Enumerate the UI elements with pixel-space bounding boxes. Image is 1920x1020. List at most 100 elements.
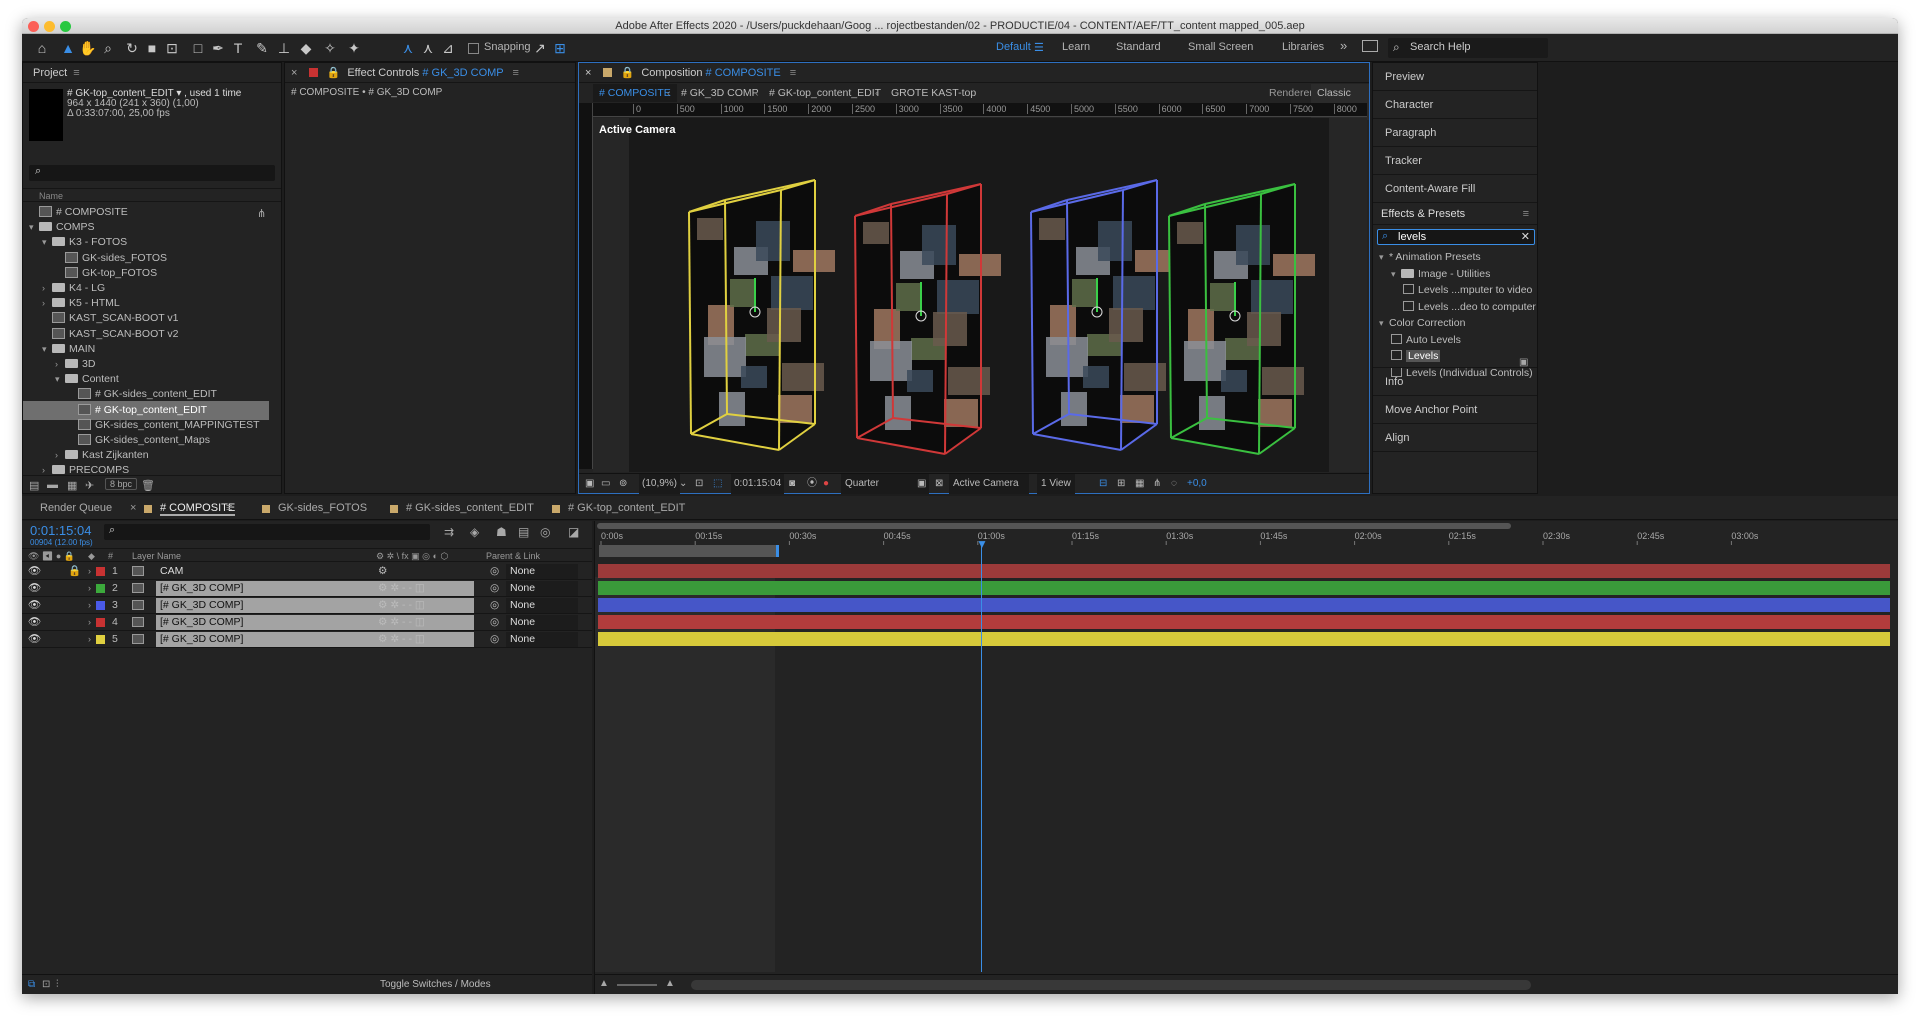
right-panel-item[interactable]: Tracker [1373,147,1537,175]
effects-search-input[interactable]: ⌕ levels ✕ [1377,229,1535,245]
expand-arrow-icon[interactable]: ▾ [1391,266,1401,282]
fast-previews-icon[interactable]: ⊞ [1117,474,1125,494]
layer-label-color[interactable] [96,635,105,644]
expand-arrow-icon[interactable]: ▾ [1379,315,1389,331]
workspace-standard[interactable]: Standard [1116,41,1161,53]
panel-menu-icon[interactable]: ≡ [513,67,519,79]
effects-tree-item[interactable]: Auto Levels [1391,332,1461,348]
region-of-interest-icon[interactable]: ⬚ [713,474,722,494]
current-time-display[interactable]: 0:01:15:04 [731,474,785,494]
expand-arrow-icon[interactable]: › [42,461,52,475]
layer-row[interactable]: 👁 › 3 [# GK_3D COMP] ⚙ ✲ - - ◫ ◎ None [22,597,592,614]
sync-settings-icon[interactable] [1362,40,1378,52]
close-window-icon[interactable] [28,21,39,32]
world-axis-icon[interactable]: ⋏ [418,38,438,58]
bit-depth-button[interactable]: 8 bpc [105,478,138,490]
snap-grid-icon[interactable]: ⊞ [550,38,570,58]
visibility-eye-icon[interactable]: 👁 [28,597,41,614]
playhead-line[interactable] [981,543,982,972]
lock-icon[interactable]: 🔒 [327,67,341,79]
transparency-grid-icon[interactable]: ▣ [917,474,926,494]
3d-view-icon[interactable]: ⊠ [935,474,943,494]
panel-menu-icon[interactable]: ≡ [1523,203,1529,225]
snapping-checkbox[interactable] [468,43,479,54]
local-axis-icon[interactable]: ⋏ [398,38,418,58]
layer-switches-icons[interactable]: ⚙ [378,563,387,580]
layer-row[interactable]: 👁 › 5 [# GK_3D COMP] ⚙ ✲ - - ◫ ◎ None [22,631,592,648]
effects-tree-item[interactable]: Levels ...mputer to video [1403,282,1532,298]
expand-layer-switches-icon[interactable]: ⧉ [28,975,35,994]
effects-tree-item[interactable]: ▾ Image - Utilities [1391,266,1490,282]
breadcrumb-gk3d[interactable]: # GK_3D COMP [681,84,759,102]
draft-3d-icon[interactable]: ◈ [470,525,479,539]
reset-exposure-icon[interactable]: ◌ [1171,474,1177,494]
layer-duration-bar[interactable] [598,632,1890,646]
twirl-arrow-icon[interactable]: › [88,563,91,580]
twirl-arrow-icon[interactable]: › [88,580,91,597]
parent-pickwhip-icon[interactable]: ◎ [490,597,499,614]
panel-menu-icon[interactable]: ≡ [226,502,232,514]
parent-select[interactable]: None [506,564,578,579]
parent-link-header[interactable]: Parent & Link [486,549,540,563]
new-folder-icon[interactable]: ▬ [47,479,58,491]
zoom-select[interactable]: (10,9%) [639,474,681,494]
right-panel-item[interactable]: Align [1373,424,1537,452]
puppet-tool-icon[interactable]: ✦ [344,38,364,58]
camera-tool-icon[interactable]: ■ [142,38,162,58]
timeline-icon[interactable]: ▦ [1135,474,1144,494]
home-icon[interactable]: ⌂ [32,38,52,58]
eraser-tool-icon[interactable]: ◆ [296,38,316,58]
composition-viewer[interactable]: Active Camera [593,118,1367,472]
panel-menu-icon[interactable]: ≡ [73,67,79,79]
visibility-eye-icon[interactable]: 👁 [28,614,41,631]
graph-editor-icon[interactable]: ◪ [568,525,579,539]
right-panel-item[interactable]: Content-Aware Fill [1373,175,1537,203]
flowchart-icon[interactable]: ⋔ [1153,474,1161,494]
visibility-eye-icon[interactable]: 👁 [28,580,41,597]
tab-gk-top-content[interactable]: # GK-top_content_EDIT [568,502,685,514]
right-panel-item[interactable]: Character [1373,91,1537,119]
exposure-value[interactable]: +0,0 [1187,474,1207,494]
timeline-zoom-slider[interactable] [617,984,657,986]
effects-presets-title[interactable]: Effects & Presets [1381,208,1465,220]
3d-layer-box[interactable] [688,179,835,451]
layer-name[interactable]: CAM [156,564,474,579]
mask-visibility-icon[interactable]: ⊚ [619,474,627,494]
layer-label-color[interactable] [96,567,105,576]
trash-icon[interactable]: 🗑 [141,479,155,492]
tab-gk-sides-content[interactable]: # GK-sides_content_EDIT [406,502,534,514]
layer-switches-icons[interactable]: ⚙ ✲ - - ◫ [378,614,425,631]
zoom-out-icon[interactable]: ▲ [599,978,609,989]
workspace-menu-icon[interactable]: ☰ [1034,41,1044,54]
expand-timing-icon[interactable]: ⫶ [56,975,59,994]
parent-pickwhip-icon[interactable]: ◎ [490,563,499,580]
layer-row[interactable]: 👁 › 4 [# GK_3D COMP] ⚙ ✲ - - ◫ ◎ None [22,614,592,631]
zoom-window-icon[interactable] [60,21,71,32]
view-layout-select[interactable]: 1 View [1037,474,1075,494]
lock-switch-icon[interactable]: 🔒 [68,563,81,580]
parent-select[interactable]: None [506,598,578,613]
visibility-eye-icon[interactable]: 👁 [28,631,41,648]
new-comp-icon[interactable]: ▦ [67,479,77,492]
project-item[interactable]: › PRECOMPS [23,461,269,475]
project-panel-title[interactable]: Project [33,67,67,79]
layer-duration-bar[interactable] [598,615,1890,629]
workspace-learn[interactable]: Learn [1062,41,1090,53]
tab-composite[interactable]: # COMPOSITE [160,502,236,516]
brush-tool-icon[interactable]: ✎ [252,38,272,58]
layer-name[interactable]: [# GK_3D COMP] [156,632,474,647]
flowchart-icon[interactable]: ⋔ [257,207,266,220]
pan-behind-tool-icon[interactable]: ⊡ [162,38,182,58]
layer-switches-icons[interactable]: ⚙ ✲ - - ◫ [378,580,425,597]
panel-menu-icon[interactable]: ≡ [790,67,796,79]
layer-switches-icons[interactable]: ⚙ ✲ - - ◫ [378,597,425,614]
interpret-footage-icon[interactable]: ▤ [29,479,39,492]
layer-switches-icons[interactable]: ⚙ ✲ - - ◫ [378,631,425,648]
workspace-libraries[interactable]: Libraries [1282,41,1324,53]
timeline-search-input[interactable]: ⌕ [104,524,430,540]
effects-tree-item[interactable]: ▾ * Animation Presets [1379,249,1481,265]
twirl-arrow-icon[interactable]: › [88,597,91,614]
workspace-overflow-icon[interactable]: » [1340,38,1347,53]
layer-duration-bar[interactable] [598,581,1890,595]
comp-mini-flowchart-icon[interactable]: ⇉ [444,525,454,539]
